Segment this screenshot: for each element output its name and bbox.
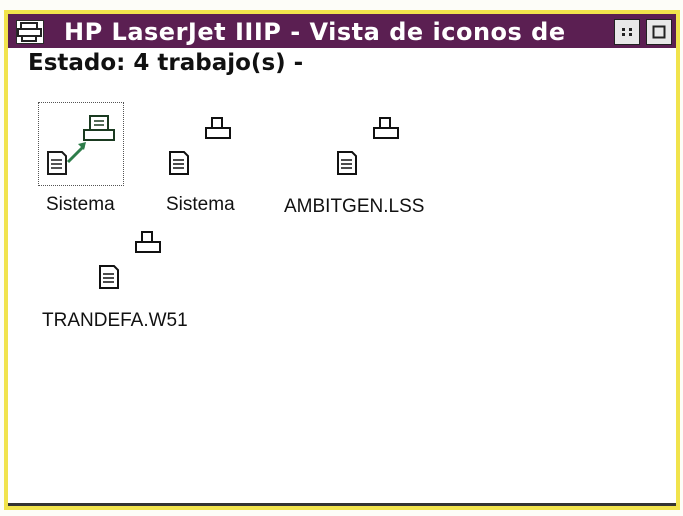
job-item-3[interactable] [328,110,408,186]
job-item-4[interactable] [90,224,170,300]
window-bottom-border [8,503,676,506]
window-title: HP LaserJet IIIP - Vista de iconos de [64,18,566,46]
job-item-1[interactable] [42,110,122,186]
job-label-3[interactable]: AMBITGEN.LSS [284,196,424,218]
maximize-icon [652,25,666,39]
print-job-icon [99,231,161,289]
job-label-4[interactable]: TRANDEFA.W51 [42,310,188,332]
job-label-1[interactable]: Sistema [46,194,115,216]
printing-job-icon [47,115,115,175]
print-job-icon [169,117,231,175]
minimize-button[interactable] [614,19,640,45]
title-bar[interactable]: HP LaserJet IIIP - Vista de iconos de [8,14,676,48]
printer-window-icon[interactable] [16,20,44,44]
print-job-icon [337,117,399,175]
status-label: Estado: [28,50,126,76]
status-line: Estado: 4 trabajo(s) - [28,50,311,78]
print-queue-window: HP LaserJet IIIP - Vista de iconos de Es… [4,10,680,510]
status-suffix: - [293,50,304,76]
job-label-2[interactable]: Sistema [166,194,235,216]
minimize-icon [622,28,632,36]
maximize-button[interactable] [646,19,672,45]
job-item-2[interactable] [160,110,240,186]
status-value: 4 trabajo(s) [133,50,286,76]
